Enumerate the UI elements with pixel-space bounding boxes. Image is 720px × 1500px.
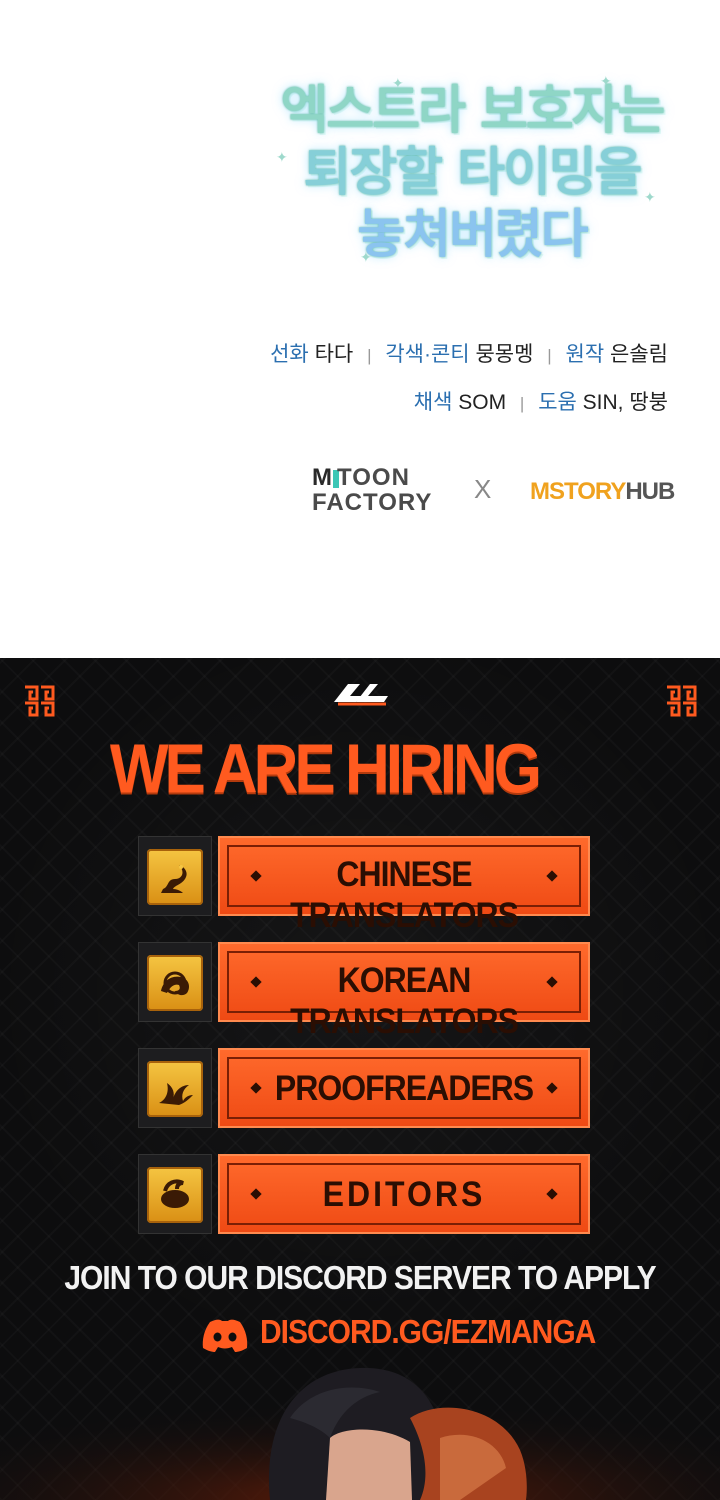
tiger-emblem-icon — [147, 955, 203, 1011]
mtoon-text: TOON — [337, 464, 410, 491]
sparkle-icon: ✦ — [644, 190, 656, 206]
role-chinese-translators[interactable]: CHINESE TRANSLATORS — [138, 836, 590, 935]
sparkle-icon: ✦ — [392, 76, 404, 92]
credit-name: 은솔림 — [610, 343, 668, 366]
corner-ornament-icon — [25, 685, 55, 717]
role-icon-frame — [138, 1048, 212, 1128]
credit-role: 도움 — [538, 391, 577, 414]
role-proofreaders[interactable]: PROOFREADERS — [138, 1048, 590, 1128]
role-label: EDITORS — [322, 1174, 486, 1214]
mtoon-factory-logo: M TOON FACTORY — [312, 466, 432, 516]
credit-name: 뭉몽멩 — [475, 343, 534, 366]
role-icon-frame — [138, 836, 212, 916]
title-line-3: 놓쳐버렸다 — [357, 204, 588, 265]
dragon-emblem-icon — [147, 849, 203, 905]
role-label: KOREAN TRANSLATORS — [290, 960, 519, 1041]
credits-line-1: 선화 타다 | 각색·콘티 뭉몽멩 | 원작 은솔림 — [148, 338, 668, 368]
hub-text: HUB — [625, 478, 675, 505]
mstoryhub-logo: MSTORYHUB — [530, 478, 675, 506]
sparkle-icon: ✦ — [360, 250, 372, 266]
hiring-headline: WE ARE HIRING — [0, 731, 720, 808]
recruit-banner: WE ARE HIRING CHINESE TRANSLATORS KOREAN… — [0, 658, 720, 1500]
turtle-emblem-icon — [147, 1167, 203, 1223]
role-icon-frame — [138, 942, 212, 1022]
role-label: PROOFREADERS — [274, 1068, 534, 1108]
credit-role: 채색 — [413, 391, 453, 414]
role-label: CHINESE TRANSLATORS — [290, 854, 519, 935]
role-icon-frame — [138, 1154, 212, 1234]
role-button[interactable]: KOREAN TRANSLATORS — [218, 942, 590, 1041]
sparkle-icon: ✦ — [600, 74, 612, 90]
credit-name: SIN, 땅붕 — [582, 391, 668, 414]
sparkle-icon: ✦ — [276, 150, 288, 166]
factory-text: FACTORY — [312, 489, 433, 516]
series-title-logo: 엑스트라 보호자는 퇴장할 타이밍을 놓쳐버렸다 ✦ ✦ ✦ ✦ ✦ — [272, 74, 672, 266]
role-button[interactable]: EDITORS — [218, 1154, 590, 1234]
title-line-1: 엑스트라 보호자는 — [280, 80, 666, 141]
phoenix-emblem-icon — [147, 1061, 203, 1117]
corner-ornament-icon — [667, 685, 697, 717]
credit-name: SOM — [458, 391, 507, 414]
discord-link-text[interactable]: DISCORD.GG/EZMANGA — [260, 1314, 596, 1351]
collab-cross: X — [474, 474, 492, 504]
character-artwork — [0, 1358, 720, 1500]
hiring-headline-text: WE ARE HIRING — [110, 730, 542, 809]
credits-panel: 엑스트라 보호자는 퇴장할 타이밍을 놓쳐버렸다 ✦ ✦ ✦ ✦ ✦ 선화 타다… — [0, 0, 720, 658]
ez-site-logo-icon — [334, 684, 388, 706]
credit-role: 각색·콘티 — [385, 343, 470, 366]
role-editors[interactable]: EDITORS — [138, 1154, 590, 1234]
role-button[interactable]: CHINESE TRANSLATORS — [218, 836, 590, 935]
credit-separator: | — [519, 394, 525, 413]
role-korean-translators[interactable]: KOREAN TRANSLATORS — [138, 942, 590, 1041]
credit-separator: | — [547, 346, 552, 365]
credits-line-2: 채색 SOM | 도움 SIN, 땅붕 — [148, 386, 668, 416]
mstory-text: MSTORY — [530, 478, 626, 505]
credit-role: 원작 — [565, 343, 605, 366]
apply-instruction: JOIN TO OUR DISCORD SERVER TO APPLY — [64, 1260, 656, 1297]
title-line-2: 퇴장할 타이밍을 — [303, 142, 643, 203]
role-button[interactable]: PROOFREADERS — [218, 1048, 590, 1128]
credit-name: 타다 — [314, 343, 354, 366]
discord-icon — [202, 1319, 248, 1352]
credit-separator: | — [367, 346, 372, 365]
credit-role: 선화 — [270, 343, 309, 366]
mtoon-m: M — [312, 464, 333, 491]
